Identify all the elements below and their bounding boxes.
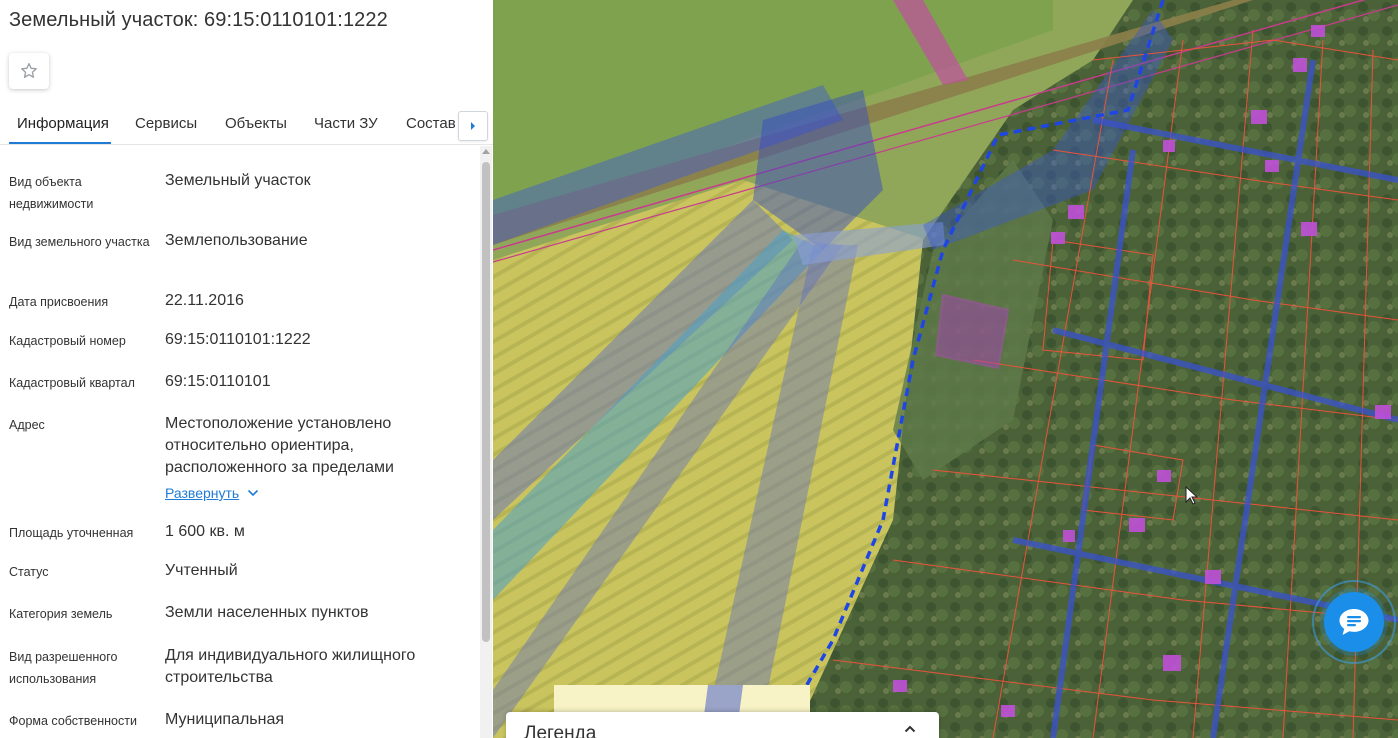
info-list: Вид объекта недвижимости Земельный участ…: [0, 146, 478, 738]
row-value: Земельный участок: [165, 172, 311, 189]
row-label: Форма собственности: [9, 714, 137, 728]
tab-objects[interactable]: Объекты: [225, 115, 287, 132]
chat-button[interactable]: [1324, 592, 1384, 652]
row-label: Статус: [9, 565, 49, 579]
row-label: Кадастровый квартал: [9, 376, 135, 390]
mouse-cursor-icon: [1185, 486, 1199, 505]
scroll-up-arrow[interactable]: [482, 149, 490, 154]
legend-title: Легенда: [524, 723, 597, 738]
row-label: Вид объекта недвижимости: [9, 175, 94, 211]
map-canvas[interactable]: [493, 0, 1398, 738]
row-label: Дата присвоения: [9, 295, 109, 309]
legend-panel[interactable]: Легенда: [506, 712, 939, 738]
tab-services[interactable]: Сервисы: [135, 115, 197, 132]
address-value: Местоположение установлено относительно …: [165, 415, 394, 476]
chevron-down-icon: [248, 489, 259, 497]
active-tab-indicator: [9, 142, 111, 144]
row-value: 22.11.2016: [165, 292, 244, 309]
page-title: Земельный участок: 69:15:0110101:1222: [9, 9, 388, 31]
tab-composition[interactable]: Состав: [406, 115, 456, 132]
chevron-right-icon: [471, 122, 475, 130]
row-value: 69:15:0110101: [165, 373, 271, 390]
row-label: Категория земель: [9, 607, 113, 621]
row-value: Учтенный: [165, 562, 238, 579]
star-outline-icon: [21, 63, 37, 78]
row-value: Для индивидуального жилищного строительс…: [165, 647, 416, 686]
scrollbar-thumb[interactable]: [482, 162, 490, 642]
row-value: Муниципальная: [165, 711, 285, 728]
tab-parcel-parts[interactable]: Части ЗУ: [314, 115, 378, 132]
map-view[interactable]: [493, 0, 1398, 738]
row-value: Земли населенных пунктов: [165, 604, 369, 621]
tab-information[interactable]: Информация: [17, 115, 109, 132]
row-value: 69:15:0110101:1222: [165, 331, 311, 348]
row-label: Вид земельного участка: [9, 235, 150, 249]
favorite-button[interactable]: [9, 53, 49, 89]
tab-bar: Информация Сервисы Объекты Части ЗУ Сост…: [0, 104, 493, 145]
chat-bubble-icon: [1339, 609, 1369, 635]
expand-label: Развернуть: [165, 485, 240, 501]
row-label: Вид разрешенного использования: [9, 650, 118, 686]
tabs-next-button[interactable]: [458, 111, 488, 141]
row-value: 1 600 кв. м: [165, 523, 245, 540]
expand-address-link[interactable]: Развернуть: [165, 485, 259, 501]
row-value: Землепользование: [165, 232, 308, 249]
row-label: Кадастровый номер: [9, 334, 126, 348]
row-label: Адрес: [9, 418, 45, 432]
chevron-up-icon[interactable]: [903, 722, 917, 736]
info-panel: Земельный участок: 69:15:0110101:1222 Ин…: [0, 0, 493, 738]
row-label: Площадь уточненная: [9, 526, 134, 540]
